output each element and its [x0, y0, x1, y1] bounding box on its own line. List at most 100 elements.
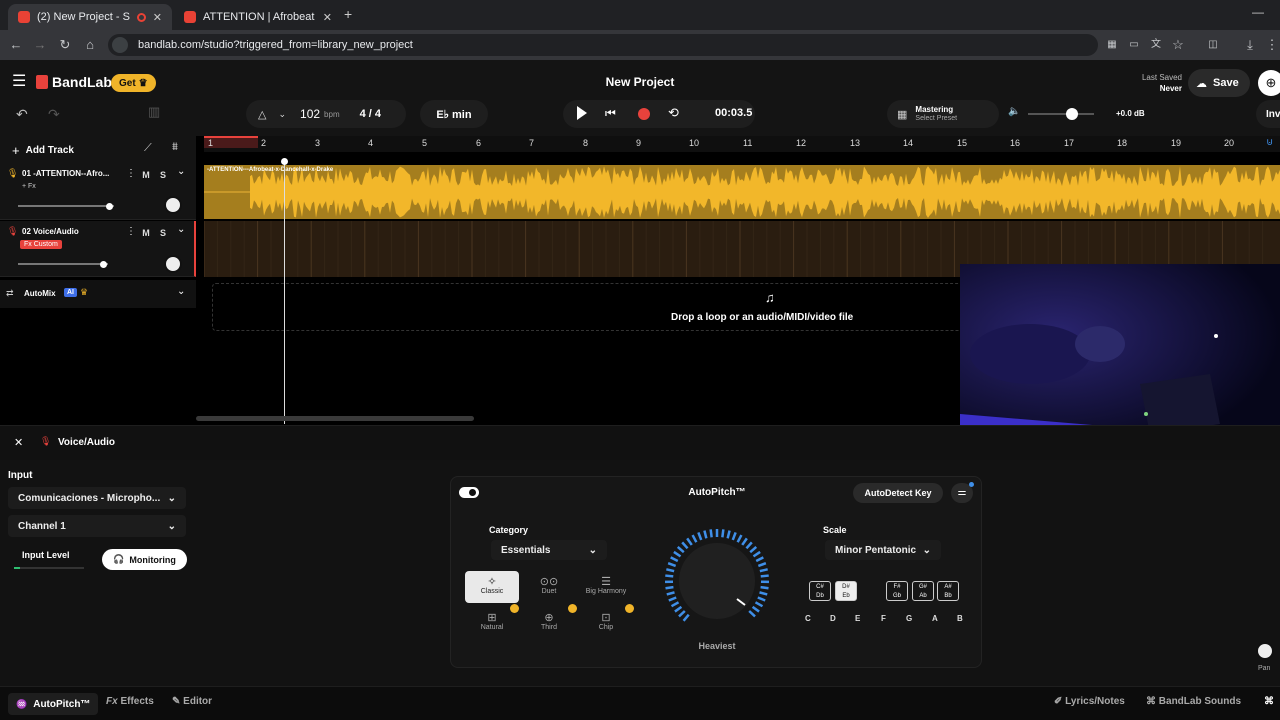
redo-icon[interactable]: ↷	[48, 106, 60, 123]
forward-icon[interactable]: →	[32, 37, 48, 53]
undo-icon[interactable]: ↶	[16, 106, 28, 123]
sidebar-icon[interactable]: ◫	[1205, 37, 1221, 53]
note-c[interactable]: C	[805, 614, 811, 623]
shortcuts-icon[interactable]: ⌘	[1264, 696, 1274, 707]
snap-settings-icon[interactable]: ⩩	[172, 141, 178, 154]
tab-autopitch[interactable]: ♒ AutoPitch™	[8, 693, 99, 715]
automix-row[interactable]: ⇄ AutoMix AI ♛ ⌄	[0, 280, 196, 308]
back-icon[interactable]: ←	[8, 37, 24, 53]
add-track-button[interactable]: + Add Track	[12, 143, 74, 158]
mute-button[interactable]: M	[139, 226, 153, 240]
timeline-scrollbar[interactable]	[196, 416, 474, 421]
bookmark-star-icon[interactable]: ☆	[1170, 37, 1186, 53]
category-chip[interactable]: ⊡ Chip	[579, 607, 633, 639]
key-csharp[interactable]: C# Db	[809, 581, 831, 601]
note-d[interactable]: D	[830, 614, 836, 623]
track-options-icon[interactable]: ⋮	[126, 226, 136, 237]
key-dsharp[interactable]: D# Eb	[835, 581, 857, 601]
record-icon[interactable]	[638, 108, 650, 120]
globe-icon[interactable]: ⊕	[1258, 70, 1280, 96]
master-volume-slider[interactable]	[1028, 108, 1094, 120]
volume-thumb[interactable]	[1066, 108, 1078, 120]
category-big-harmony[interactable]: ☰ Big Harmony	[579, 571, 633, 603]
monitoring-button[interactable]: 🎧 Monitoring	[102, 549, 187, 570]
track-volume-slider[interactable]	[18, 260, 108, 268]
note-e[interactable]: E	[855, 614, 860, 623]
site-info-icon[interactable]	[112, 37, 128, 53]
invite-button[interactable]: Inv	[1256, 100, 1280, 128]
key-asharp[interactable]: A# Bb	[937, 581, 959, 601]
audio-clip[interactable]: -ATTENTION---Afrobeat-x-Dancehall-x-Drak…	[204, 165, 1280, 219]
url-field[interactable]: bandlab.com/studio?triggered_from=librar…	[108, 34, 1098, 56]
minimize-icon[interactable]: —	[1252, 5, 1264, 19]
pan-knob[interactable]	[164, 255, 182, 273]
metronome-icon[interactable]: △	[258, 108, 266, 121]
browser-tab-studio[interactable]: (2) New Project - Studio ✕	[8, 4, 172, 30]
hamburger-menu-icon[interactable]: ☰	[12, 74, 28, 90]
track-name[interactable]: 02 Voice/Audio	[22, 227, 79, 236]
bandlab-logo[interactable]: BandLab	[36, 74, 112, 90]
play-icon[interactable]	[577, 106, 587, 120]
extension-icon[interactable]: ▦	[1104, 37, 1120, 53]
home-icon[interactable]: ⌂	[82, 37, 98, 53]
note-g[interactable]: G	[906, 614, 912, 623]
mute-button[interactable]: M	[139, 168, 153, 182]
new-tab-icon[interactable]: +	[344, 6, 352, 22]
chevron-down-icon[interactable]: ⌄	[278, 109, 286, 120]
bandlab-sounds-button[interactable]: ⌘ BandLab Sounds	[1146, 696, 1241, 707]
track-fx-badge[interactable]: Fx Custom	[20, 240, 62, 249]
timeline-ruler[interactable]: 1 2 3 4 5 6 7 8 9 10 11 12 13 14 15 16 1…	[204, 136, 1280, 152]
input-device-select[interactable]: Comunicaciones - Micropho... ⌄	[8, 487, 186, 509]
pan-knob[interactable]	[1256, 642, 1274, 660]
pan-knob[interactable]	[164, 196, 182, 214]
time-signature[interactable]: 4 / 4	[360, 108, 381, 120]
reload-icon[interactable]: ↻	[57, 37, 73, 53]
translate-icon[interactable]: 文	[1148, 37, 1164, 53]
track-name[interactable]: 01 -ATTENTION--Afro...	[22, 169, 122, 178]
track-header-2[interactable]: 🎙 02 Voice/Audio Fx Custom ⋮ M S ⌄	[0, 221, 196, 277]
track-header-1[interactable]: 🎙 01 -ATTENTION--Afro... + Fx ⋮ M S ⌄	[0, 164, 196, 220]
browser-tab-attention[interactable]: ATTENTION | Afrobeat x Da ✕	[174, 4, 342, 30]
scale-select[interactable]: Minor Pentatonic ⌄	[825, 540, 941, 560]
key-gsharp[interactable]: G# Ab	[912, 581, 934, 601]
channel-select[interactable]: Channel 1 ⌄	[8, 515, 186, 537]
download-icon[interactable]: ⤓	[1242, 37, 1258, 53]
magnet-icon[interactable]: ⟋	[144, 142, 152, 155]
category-third[interactable]: ⊕ Third	[522, 607, 576, 639]
chevron-down-icon[interactable]: ⌄	[177, 224, 185, 235]
solo-button[interactable]: S	[156, 168, 170, 182]
key-selector[interactable]: E♭ min	[420, 100, 488, 128]
track-fx[interactable]: + Fx	[22, 183, 36, 190]
track-options-icon[interactable]: ⋮	[126, 168, 136, 179]
note-b[interactable]: B	[957, 614, 963, 623]
mastering-button[interactable]: ▦ Mastering Select Preset	[887, 100, 999, 128]
cast-icon[interactable]: ▭	[1126, 37, 1142, 53]
category-select[interactable]: Essentials ⌄	[491, 540, 607, 560]
tab-editor[interactable]: ✎ Editor	[172, 696, 212, 707]
mixer-icon[interactable]: ▥	[148, 104, 166, 122]
volume-thumb[interactable]	[106, 202, 113, 210]
close-tab-icon[interactable]: ✕	[323, 11, 332, 24]
chevron-down-icon[interactable]: ⌄	[177, 166, 185, 177]
category-duet[interactable]: ⊙⊙ Duet	[522, 571, 576, 603]
key-fsharp[interactable]: F# Gb	[886, 581, 908, 601]
bpm-value[interactable]: 102	[300, 107, 320, 121]
playhead-handle[interactable]	[281, 158, 288, 165]
get-membership-button[interactable]: Get ♛	[111, 74, 156, 92]
drop-zone[interactable]: ♫ Drop a loop or an audio/MIDI/video fil…	[212, 283, 972, 331]
loop-icon[interactable]: ⟲	[668, 105, 679, 121]
lyrics-notes-button[interactable]: ✐ Lyrics/Notes	[1054, 696, 1125, 707]
amount-knob[interactable]	[657, 529, 781, 629]
note-a[interactable]: A	[932, 614, 938, 623]
note-f[interactable]: F	[881, 614, 886, 623]
volume-thumb[interactable]	[100, 260, 107, 268]
close-icon[interactable]: ✕	[14, 436, 23, 449]
menu-dots-icon[interactable]: ⋮	[1264, 37, 1280, 53]
chevron-down-icon[interactable]: ⌄	[177, 286, 185, 297]
solo-button[interactable]: S	[156, 226, 170, 240]
tab-effects[interactable]: Fx Effects	[106, 696, 154, 707]
save-button[interactable]: ☁ Save	[1188, 69, 1250, 97]
category-classic[interactable]: ✧ Classic	[465, 571, 519, 603]
close-tab-icon[interactable]: ✕	[153, 11, 162, 24]
track-volume-slider[interactable]	[18, 202, 114, 210]
